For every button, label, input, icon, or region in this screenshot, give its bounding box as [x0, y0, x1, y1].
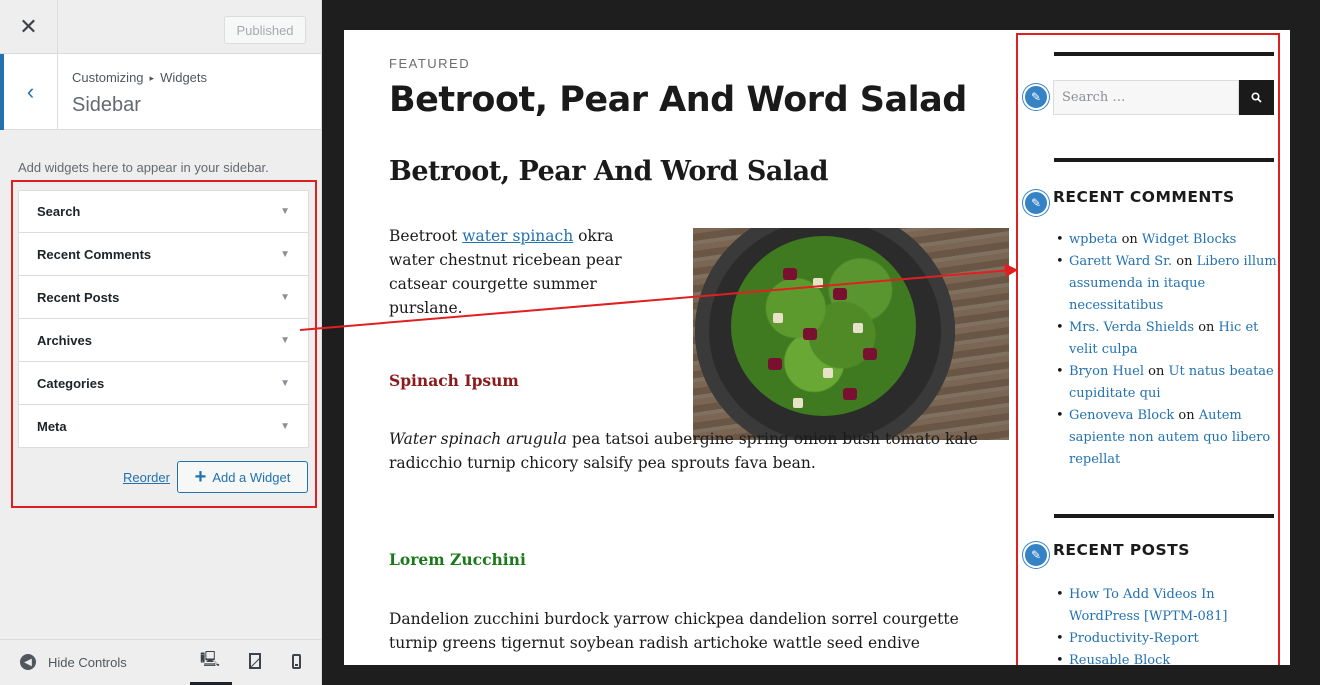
close-button[interactable]: ✕ [0, 0, 58, 54]
beet [833, 288, 847, 300]
pear [813, 278, 823, 288]
pear [823, 368, 833, 378]
desktop-preview-icon[interactable]: 🖳 [200, 651, 220, 670]
subheading-spinach: Spinach Ipsum [389, 371, 519, 390]
panel-footer: ◀ Hide Controls 🖳 [0, 639, 321, 685]
beet [843, 388, 857, 400]
post-heading: Betroot, Pear And Word Salad [389, 156, 828, 187]
breadcrumb-parent: Customizing [72, 70, 144, 85]
featured-label: FEATURED [389, 56, 471, 71]
beet [863, 348, 877, 360]
water-spinach-link[interactable]: water spinach [462, 227, 573, 245]
breadcrumb-child: Widgets [160, 70, 208, 85]
paragraph: Dandelion zucchini burdock yarrow chickp… [389, 610, 959, 652]
pear [853, 323, 863, 333]
panel-header: ✕ Published [0, 0, 321, 54]
beet [803, 328, 817, 340]
paragraph-emphasis: Water spinach arugula [389, 430, 567, 448]
hide-controls-button[interactable]: ◀ Hide Controls [20, 654, 127, 670]
site-preview: FEATURED Betroot, Pear And Word Salad Be… [344, 30, 1290, 665]
chevron-left-icon: ‹ [26, 79, 35, 104]
breadcrumb-separator-icon: ▸ [149, 73, 155, 83]
breadcrumb: Customizing ▸ Widgets [72, 70, 207, 85]
tablet-preview-icon[interactable] [248, 652, 262, 670]
annotation-highlight-box [1016, 33, 1280, 665]
greens [731, 236, 916, 416]
paragraph-text: Beetroot [389, 227, 463, 245]
collapse-arrow-icon: ◀ [20, 654, 36, 670]
back-button[interactable]: ‹ [0, 54, 58, 130]
section-title: Sidebar [72, 94, 141, 116]
hide-controls-label: Hide Controls [48, 654, 127, 670]
annotation-highlight-box [11, 180, 317, 508]
published-button[interactable]: Published [224, 16, 306, 44]
close-icon: ✕ [19, 14, 38, 39]
subheading-zucchini: Lorem Zucchini [389, 550, 526, 569]
post-title[interactable]: Betroot, Pear And Word Salad [389, 80, 967, 120]
salad-photo [693, 228, 1009, 440]
mobile-preview-icon[interactable] [289, 652, 303, 670]
beet [768, 358, 782, 370]
customizer-panel: ✕ Published ‹ Customizing ▸ Widgets Sideba… [0, 0, 322, 685]
pear [773, 313, 783, 323]
section-header: ‹ Customizing ▸ Widgets Sidebar [0, 54, 321, 130]
paragraph: Beetroot water spinach okra water chestn… [389, 224, 659, 320]
beet [783, 268, 797, 280]
section-description: Add widgets here to appear in your sideb… [18, 160, 269, 175]
pear [793, 398, 803, 408]
paragraph: Water spinach arugula pea tatsoi aubergi… [389, 427, 989, 475]
